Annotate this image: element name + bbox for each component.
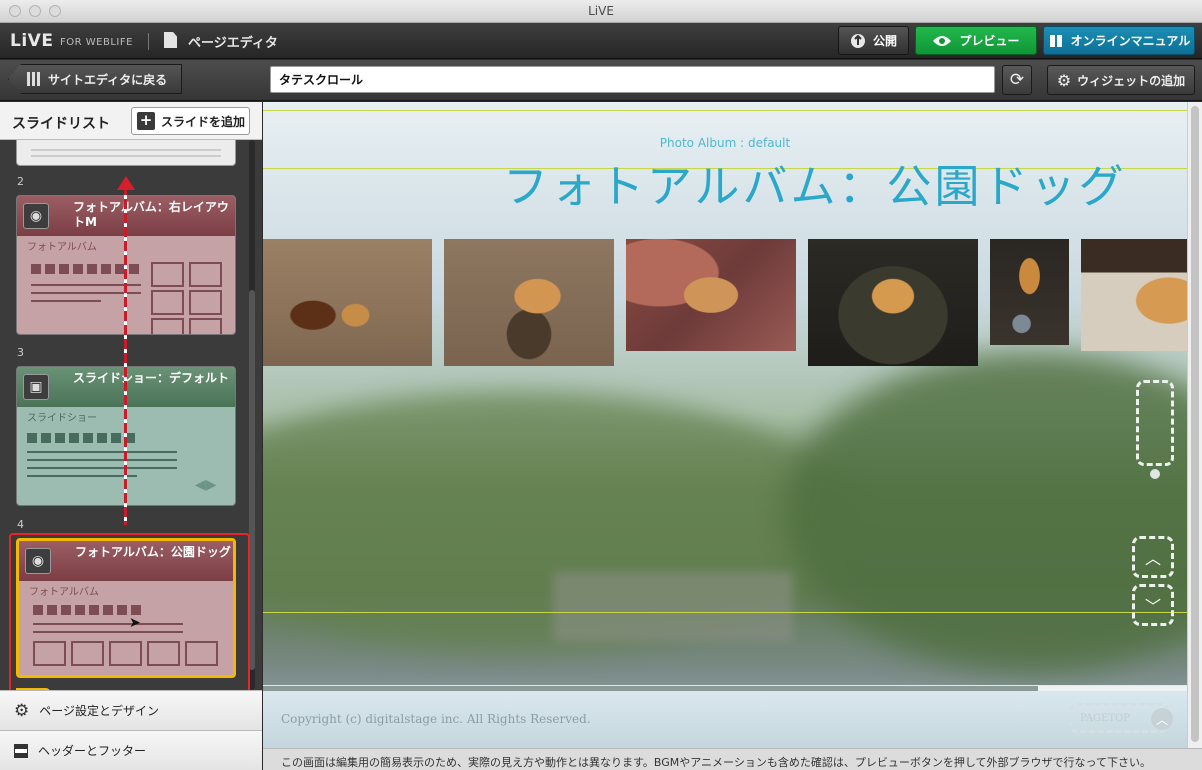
back-label: サイトエディタに戻る — [48, 72, 168, 87]
add-slide-label: スライドを追加 — [161, 114, 246, 129]
guide-line — [263, 110, 1187, 111]
site-pages-icon — [27, 72, 40, 86]
slide-card-title: フォトアルバム：右レイアウトM — [73, 200, 229, 229]
eye-icon — [933, 35, 952, 46]
slide-card-type: スライドショー — [27, 413, 97, 424]
slide-card-title: スライドショー：デフォルト — [73, 371, 230, 385]
dog-photo-4[interactable] — [808, 239, 978, 366]
manual-label: オンラインマニュアル — [1070, 34, 1191, 48]
slide-card-title: フォトアルバム：公園ドッグ — [75, 545, 231, 559]
slide-card-type: フォトアルバム — [27, 242, 97, 253]
slide-list-header: スライドリスト + スライドを追加 — [0, 102, 262, 140]
header-footer-label: ヘッダーとフッター — [38, 744, 147, 758]
chevron-up-icon: ︿ — [1144, 549, 1161, 568]
online-manual-button[interactable]: オンラインマニュアル — [1043, 26, 1195, 55]
refresh-button[interactable]: ⟳ — [1002, 65, 1032, 95]
slide-card-4[interactable]: ◉ フォトアルバム：公園ドッグ フォトアルバム — [16, 538, 236, 678]
slide-list[interactable]: 2 ◉ フォトアルバム：右レイアウトM フォトアルバム 3 ▣ スライドショー：… — [0, 140, 262, 690]
canvas-scroll-thumb[interactable] — [1191, 106, 1199, 742]
camera-icon: ◉ — [25, 548, 51, 574]
slide-card-1[interactable] — [16, 140, 236, 166]
app-header: LiVE FOR WEBLIFE ページエディタ 公開 プレビュー オンラインマ… — [0, 23, 1202, 59]
gear-icon: ⚙ — [1056, 70, 1072, 90]
slide-card-thumbnail — [19, 597, 233, 675]
camera-icon: ◉ — [23, 203, 49, 229]
horizontal-scroll-thumb[interactable] — [1038, 686, 1187, 691]
gear-icon: ⚙ — [14, 700, 30, 721]
slide-number: 2 — [17, 175, 24, 188]
copyright-text: Copyright (c) digitalstage inc. All Righ… — [281, 712, 591, 726]
album-title: フォトアルバム：公園ドッグ — [503, 160, 1127, 213]
dog-photo-6[interactable] — [1081, 239, 1187, 351]
header-footer-icon — [14, 743, 28, 758]
header-footer-button[interactable]: ヘッダーとフッター — [0, 730, 262, 770]
slide-list-title: スライドリスト — [12, 116, 110, 132]
mouse-cursor-icon: ➤ — [129, 615, 141, 631]
add-widget-button[interactable]: ⚙ ウィジェットの追加 — [1047, 65, 1195, 95]
canvas-scrollbar[interactable] — [1187, 102, 1202, 748]
chevron-down-icon: ﹀ — [1144, 597, 1161, 616]
slide-indicator-dot[interactable] — [1150, 469, 1160, 479]
add-widget-label: ウィジェットの追加 — [1077, 73, 1186, 88]
publish-label: 公開 — [872, 34, 897, 48]
page-preview-canvas[interactable]: Photo Album : default フォトアルバム：公園ドッグ ︿ ﹀ … — [263, 102, 1187, 748]
book-icon — [1049, 34, 1062, 47]
background-hill — [783, 352, 1187, 672]
slide-card-header: ◉ フォトアルバム：公園ドッグ — [19, 541, 233, 581]
drag-indicator-line — [124, 185, 127, 525]
document-icon — [164, 32, 177, 48]
plus-icon: + — [137, 112, 155, 130]
slide-number: 4 — [17, 518, 24, 531]
publish-icon — [850, 33, 865, 48]
editor-toolbar: サイトエディタに戻る ⟳ ⚙ ウィジェットの追加 — [0, 60, 1202, 101]
back-to-site-editor-button[interactable]: サイトエディタに戻る — [8, 64, 182, 94]
preview-label: プレビュー — [959, 34, 1020, 48]
album-label: Photo Album : default — [659, 136, 791, 150]
app-logo: LiVE — [10, 31, 54, 51]
background-buildings — [553, 572, 793, 642]
dog-photo-5[interactable] — [990, 239, 1069, 345]
page-settings-label: ページ設定とデザイン — [39, 704, 160, 718]
dog-photo-2[interactable] — [444, 239, 614, 366]
preview-button[interactable]: プレビュー — [915, 26, 1037, 55]
page-settings-button[interactable]: ⚙ ページ設定とデザイン — [0, 690, 262, 730]
add-slide-button[interactable]: + スライドを追加 — [131, 107, 250, 135]
window-title: LiVE — [588, 4, 614, 18]
scroll-up-button[interactable]: ︿ — [1132, 536, 1174, 578]
slide-number: 3 — [17, 346, 24, 359]
dog-photo-1[interactable] — [263, 239, 432, 366]
dog-photo-3[interactable] — [626, 239, 796, 351]
page-name-input[interactable] — [270, 66, 995, 93]
header-divider — [148, 33, 149, 50]
slide-list-panel: スライドリスト + スライドを追加 2 ◉ フォトアルバム：右レイアウトM フォ… — [0, 102, 262, 770]
drag-arrow-icon — [117, 176, 135, 190]
slideshow-arrows-icon: ◀▶ — [195, 477, 217, 493]
slideshow-icon: ▣ — [23, 374, 49, 400]
scroll-down-button[interactable]: ﹀ — [1132, 584, 1174, 626]
pagetop-label: PAGETOP — [1080, 712, 1130, 724]
editor-notice: この画面は編集用の簡易表示のため、実際の見え方や動作とは異なります。BGMやアニ… — [263, 748, 1202, 770]
slide-card-type: フォトアルバム — [29, 587, 99, 598]
guide-line — [263, 612, 1187, 613]
section-title: ページエディタ — [188, 36, 278, 51]
slide-indicator-dots[interactable] — [1136, 380, 1174, 466]
window-titlebar: LiVE — [0, 0, 1202, 23]
app-window: LiVE LiVE FOR WEBLIFE ページエディタ 公開 プレビュー オ… — [0, 0, 1202, 770]
publish-button[interactable]: 公開 — [838, 26, 909, 55]
app-logo-sub: FOR WEBLIFE — [60, 37, 133, 48]
refresh-icon: ⟳ — [1009, 70, 1025, 90]
pagetop-arrow-icon: ︿ — [1151, 708, 1173, 730]
